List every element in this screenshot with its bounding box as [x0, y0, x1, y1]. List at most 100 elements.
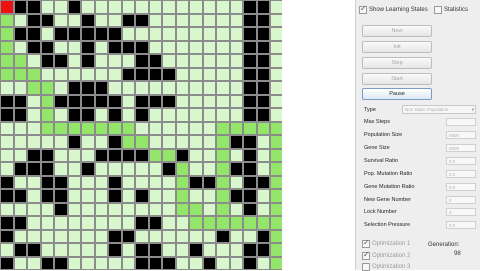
empty-cell[interactable] [256, 189, 270, 203]
type-select[interactable]: Non Static Population ▾ [402, 105, 476, 114]
empty-cell[interactable] [148, 40, 162, 54]
path-cell[interactable] [148, 148, 162, 162]
empty-cell[interactable] [135, 202, 149, 216]
wall-cell[interactable] [67, 0, 81, 14]
wall-cell[interactable] [135, 67, 149, 81]
wall-cell[interactable] [135, 189, 149, 203]
wall-cell[interactable] [108, 135, 122, 149]
empty-cell[interactable] [54, 0, 68, 14]
empty-cell[interactable] [40, 216, 54, 230]
empty-cell[interactable] [0, 162, 14, 176]
empty-cell[interactable] [216, 40, 230, 54]
wall-cell[interactable] [54, 54, 68, 68]
wall-cell[interactable] [243, 13, 257, 27]
wall-cell[interactable] [243, 135, 257, 149]
empty-cell[interactable] [135, 27, 149, 41]
empty-cell[interactable] [148, 175, 162, 189]
empty-cell[interactable] [135, 121, 149, 135]
empty-cell[interactable] [13, 175, 27, 189]
wall-cell[interactable] [135, 13, 149, 27]
empty-cell[interactable] [0, 81, 14, 95]
empty-cell[interactable] [108, 216, 122, 230]
optimization-1-checkbox[interactable] [362, 238, 370, 248]
empty-cell[interactable] [40, 27, 54, 41]
empty-cell[interactable] [175, 135, 189, 149]
wall-cell[interactable] [256, 27, 270, 41]
empty-cell[interactable] [40, 229, 54, 243]
path-cell[interactable] [108, 121, 122, 135]
empty-cell[interactable] [27, 256, 41, 270]
wall-cell[interactable] [67, 94, 81, 108]
empty-cell[interactable] [0, 202, 14, 216]
empty-cell[interactable] [216, 256, 230, 270]
empty-cell[interactable] [94, 54, 108, 68]
empty-cell[interactable] [202, 135, 216, 149]
empty-cell[interactable] [202, 162, 216, 176]
init-button[interactable]: Init [362, 41, 432, 53]
empty-cell[interactable] [162, 13, 176, 27]
wall-cell[interactable] [189, 175, 203, 189]
path-cell[interactable] [54, 121, 68, 135]
wall-cell[interactable] [135, 216, 149, 230]
empty-cell[interactable] [121, 243, 135, 257]
empty-cell[interactable] [216, 0, 230, 14]
empty-cell[interactable] [162, 216, 176, 230]
empty-cell[interactable] [202, 229, 216, 243]
wall-cell[interactable] [256, 108, 270, 122]
empty-cell[interactable] [94, 0, 108, 14]
empty-cell[interactable] [216, 13, 230, 27]
wall-cell[interactable] [94, 81, 108, 95]
empty-cell[interactable] [121, 0, 135, 14]
empty-cell[interactable] [54, 67, 68, 81]
empty-cell[interactable] [81, 202, 95, 216]
wall-cell[interactable] [243, 148, 257, 162]
wall-cell[interactable] [40, 54, 54, 68]
wall-cell[interactable] [229, 189, 243, 203]
empty-cell[interactable] [229, 54, 243, 68]
path-cell[interactable] [216, 175, 230, 189]
empty-cell[interactable] [189, 148, 203, 162]
empty-cell[interactable] [94, 162, 108, 176]
empty-cell[interactable] [40, 202, 54, 216]
empty-cell[interactable] [121, 256, 135, 270]
wall-cell[interactable] [243, 175, 257, 189]
show-learning-states-checkbox[interactable] [359, 4, 367, 14]
path-cell[interactable] [13, 67, 27, 81]
empty-cell[interactable] [148, 202, 162, 216]
empty-cell[interactable] [189, 162, 203, 176]
empty-cell[interactable] [94, 67, 108, 81]
statistics-checkbox[interactable] [434, 6, 442, 14]
wall-cell[interactable] [94, 94, 108, 108]
wall-cell[interactable] [256, 0, 270, 14]
empty-cell[interactable] [189, 27, 203, 41]
empty-cell[interactable] [27, 189, 41, 203]
empty-cell[interactable] [54, 40, 68, 54]
wall-cell[interactable] [0, 108, 14, 122]
path-cell[interactable] [202, 216, 216, 230]
wall-cell[interactable] [121, 40, 135, 54]
empty-cell[interactable] [121, 202, 135, 216]
wall-cell[interactable] [81, 94, 95, 108]
empty-cell[interactable] [162, 243, 176, 257]
empty-cell[interactable] [121, 175, 135, 189]
empty-cell[interactable] [148, 13, 162, 27]
empty-cell[interactable] [162, 108, 176, 122]
empty-cell[interactable] [13, 148, 27, 162]
empty-cell[interactable] [40, 243, 54, 257]
wall-cell[interactable] [108, 94, 122, 108]
wall-cell[interactable] [27, 162, 41, 176]
path-cell[interactable] [135, 135, 149, 149]
wall-cell[interactable] [40, 175, 54, 189]
empty-cell[interactable] [148, 121, 162, 135]
empty-cell[interactable] [229, 175, 243, 189]
wall-cell[interactable] [243, 27, 257, 41]
empty-cell[interactable] [108, 202, 122, 216]
wall-cell[interactable] [243, 162, 257, 176]
empty-cell[interactable] [162, 27, 176, 41]
empty-cell[interactable] [94, 243, 108, 257]
empty-cell[interactable] [229, 13, 243, 27]
wall-cell[interactable] [121, 67, 135, 81]
empty-cell[interactable] [175, 121, 189, 135]
wall-cell[interactable] [256, 175, 270, 189]
empty-cell[interactable] [27, 108, 41, 122]
